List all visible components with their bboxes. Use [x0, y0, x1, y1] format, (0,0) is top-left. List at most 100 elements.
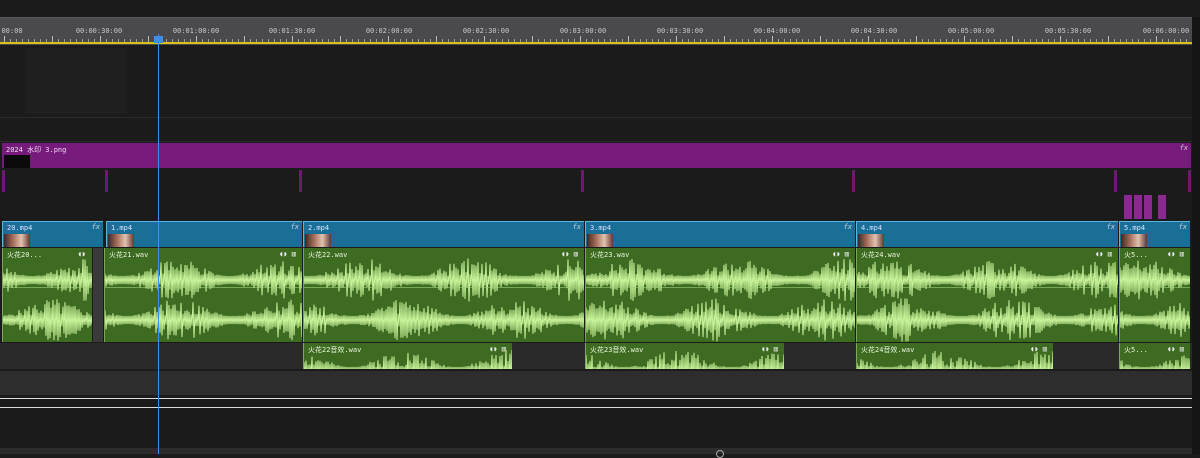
ruler-time-label: 00:02:00:00	[365, 27, 413, 35]
waveform	[586, 349, 784, 369]
video-clip-name: 20.mp4	[7, 224, 33, 232]
video-thumbnail	[108, 234, 134, 247]
track-separator	[0, 141, 1192, 142]
waveform-right	[857, 298, 1118, 342]
waveform-right	[1120, 298, 1190, 342]
waveform-left	[304, 258, 584, 302]
overlay-transition-marker[interactable]	[1114, 170, 1117, 192]
video-clip[interactable]: 5.mp4 fx	[1119, 221, 1190, 247]
ruler-time-label: 00:05:30:00	[1044, 27, 1092, 35]
audio-clip-icons: ◖◗ ▥	[1167, 250, 1184, 258]
ruler-time-label: 00:04:30:00	[850, 27, 898, 35]
stacked-overlay-clips[interactable]	[1124, 195, 1169, 219]
waveform	[304, 349, 512, 369]
waveform-left	[3, 258, 92, 302]
audio-clip[interactable]: 火花22音效.wav ◖◗ ▥	[303, 343, 512, 369]
master-track-divider	[0, 398, 1192, 408]
audio-clip[interactable]: 火花23音效.wav ◖◗ ▥	[585, 343, 784, 369]
waveform-left	[586, 258, 855, 302]
audio-clip[interactable]: 火花22.wav ◖◗ ▥	[303, 248, 584, 342]
waveform-left	[857, 258, 1118, 302]
waveform-left	[105, 258, 302, 302]
fx-badge: fx	[572, 223, 581, 231]
audio-clip[interactable]: 火花21.wav ◖◗ ▥	[104, 248, 302, 342]
video-clip[interactable]: 2.mp4 fx	[303, 221, 584, 247]
audio-clip-icons: ◖◗ ▥	[832, 250, 849, 258]
vertical-scrollbar[interactable]	[1192, 17, 1200, 454]
video-thumbnail	[305, 234, 331, 247]
audio-clip[interactable]: 火花24.wav ◖◗ ▥	[856, 248, 1118, 342]
video-clip-name: 2.mp4	[308, 224, 330, 232]
overlay-transition-marker[interactable]	[581, 170, 584, 192]
video-clip-name: 4.mp4	[861, 224, 883, 232]
volume-line[interactable]	[857, 287, 1118, 288]
audio-track-3	[0, 371, 1192, 395]
overlay-transition-marker[interactable]	[299, 170, 302, 192]
volume-line[interactable]	[304, 287, 584, 288]
video-clip[interactable]: 20.mp4 fx	[2, 221, 103, 247]
volume-line[interactable]	[586, 287, 855, 288]
audio-clip-icons: ◖◗ ▥	[561, 250, 578, 258]
overlay-transition-marker[interactable]	[2, 170, 5, 192]
audio-clip-icons: ◖◗ ▥	[1095, 250, 1112, 258]
horizontal-scrollbar[interactable]	[0, 448, 1192, 454]
waveform-right	[105, 298, 302, 342]
audio-clip[interactable]: 火花23.wav ◖◗ ▥	[585, 248, 855, 342]
work-area-bar[interactable]	[0, 42, 1192, 44]
video-clip[interactable]: 1.mp4 fx	[106, 221, 302, 247]
audio-clip[interactable]: 火5... ◖◗ ▥	[1119, 343, 1190, 369]
overlay-thumbnail	[4, 155, 30, 168]
audio-clip[interactable]: 火花24音效.wav ◖◗ ▥	[856, 343, 1053, 369]
audio-clip[interactable]: 火5... ◖◗ ▥	[1119, 248, 1190, 342]
timeline-ruler[interactable]: 00:00 00:00:30:00 00:01:00:00 00:01:30:00 0…	[0, 17, 1192, 45]
waveform-left	[1120, 258, 1190, 302]
fx-badge: fx	[1106, 223, 1115, 231]
overlay-clip[interactable]: 2024 水印 3.png fx	[2, 143, 1191, 168]
ruler-time-label: 00:01:00:00	[172, 27, 220, 35]
audio-clip-icons: ◖◗ ▥	[279, 250, 296, 258]
overlay-clip-name: 2024 水印 3.png	[6, 146, 67, 154]
fx-badge: fx	[1178, 223, 1187, 231]
fx-badge: fx	[1179, 144, 1188, 152]
ruler-time-label: 00:06:00:00	[1142, 27, 1190, 35]
video-clip-name: 5.mp4	[1124, 224, 1146, 232]
playhead-line[interactable]	[158, 34, 159, 454]
volume-line[interactable]	[105, 287, 302, 288]
video-thumbnail	[1121, 234, 1147, 247]
ruler-time-label: 00:05:00:00	[947, 27, 995, 35]
ruler-time-label: 00:01:30:00	[268, 27, 316, 35]
video-thumbnail	[4, 234, 30, 247]
video-thumbnail	[587, 234, 613, 247]
ruler-time-label: 00:03:30:00	[656, 27, 704, 35]
zoom-handle-icon[interactable]	[716, 450, 724, 458]
playhead-handle[interactable]	[154, 36, 163, 43]
fx-badge: fx	[290, 223, 299, 231]
video-clip-name: 1.mp4	[111, 224, 133, 232]
waveform	[1120, 349, 1190, 369]
video-clip-name: 3.mp4	[590, 224, 612, 232]
waveform-right	[304, 298, 584, 342]
video-clip[interactable]: 4.mp4 fx	[856, 221, 1118, 247]
ruler-time-label: 00:03:00:00	[559, 27, 607, 35]
ruler-time-label: 00:02:30:00	[462, 27, 510, 35]
volume-line[interactable]	[3, 287, 92, 288]
waveform-right	[3, 298, 92, 342]
waveform	[857, 349, 1053, 369]
overlay-transition-marker[interactable]	[105, 170, 108, 192]
ruler-time-label: 00:04:00:00	[753, 27, 801, 35]
fx-badge: fx	[91, 223, 100, 231]
ruler-time-label: 00:00:30:00	[75, 27, 123, 35]
track-separator	[0, 117, 1192, 118]
empty-track-region	[25, 48, 127, 114]
waveform-right	[586, 298, 855, 342]
volume-line[interactable]	[1120, 287, 1190, 288]
video-clip[interactable]: 3.mp4 fx	[585, 221, 855, 247]
video-thumbnail	[858, 234, 884, 247]
ruler-start-label: 00:00	[1, 27, 23, 35]
overlay-transition-marker[interactable]	[852, 170, 855, 192]
overlay-transition-marker[interactable]	[1188, 170, 1191, 192]
audio-gap	[93, 248, 103, 342]
fx-badge: fx	[843, 223, 852, 231]
audio-clip[interactable]: 火花20... ◖◗	[2, 248, 92, 342]
audio-clip-icons: ◖◗	[77, 250, 86, 258]
